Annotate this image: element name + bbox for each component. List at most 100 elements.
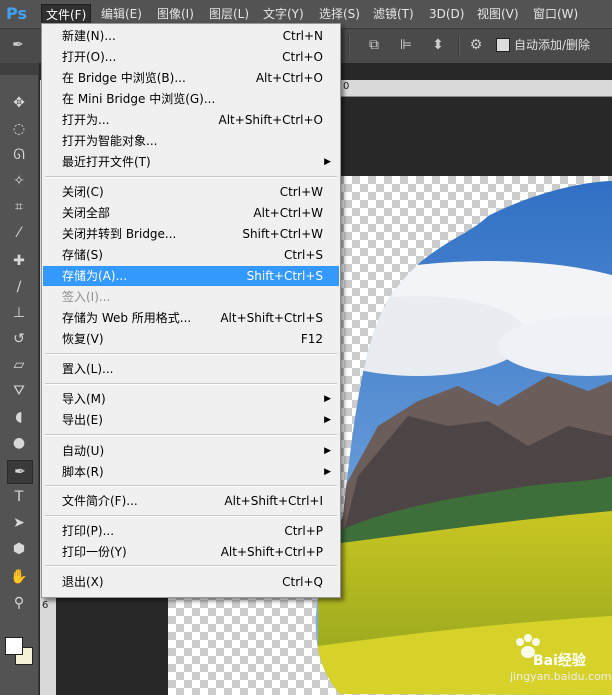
menu-item-export[interactable]: 导出(E) ▶ xyxy=(43,410,339,430)
auto-add-delete-checkbox[interactable] xyxy=(496,38,510,52)
menu-item-shortcut: Shift+Ctrl+S xyxy=(246,269,323,283)
gear-icon[interactable]: ⚙ xyxy=(466,36,486,54)
horizontal-ruler[interactable] xyxy=(340,80,612,97)
menu-item-check-in: 签入(I)... xyxy=(43,287,339,307)
menu-item-browse-bridge[interactable]: 在 Bridge 中浏览(B)... Alt+Ctrl+O xyxy=(43,68,339,88)
path-arrangement-icon[interactable]: ⬍ xyxy=(428,36,448,54)
menu-item-import[interactable]: 导入(M) ▶ xyxy=(43,389,339,409)
watermark-brand-latin: Bai xyxy=(533,653,558,669)
submenu-arrow-icon: ▶ xyxy=(324,467,331,477)
hand-tool-icon[interactable]: ✋ xyxy=(7,566,31,588)
dodge-tool-icon[interactable]: ● xyxy=(7,432,31,454)
menu-layer[interactable]: 图层(L) xyxy=(205,4,253,24)
menu-separator xyxy=(45,176,337,178)
menu-item-label: 脚本(R) xyxy=(62,465,104,479)
menu-item-place[interactable]: 置入(L)... xyxy=(43,359,339,379)
menu-filter[interactable]: 滤镜(T) xyxy=(369,4,418,24)
menu-item-automate[interactable]: 自动(U) ▶ xyxy=(43,441,339,461)
menu-item-shortcut: Ctrl+P xyxy=(284,524,323,538)
menu-item-shortcut: Alt+Ctrl+W xyxy=(253,206,323,220)
menu-image[interactable]: 图像(I) xyxy=(153,4,198,24)
menu-window[interactable]: 窗口(W) xyxy=(529,4,582,24)
pen-tool-icon[interactable]: ✒ xyxy=(7,460,33,484)
menu-item-label: 关闭全部 xyxy=(62,206,111,220)
menu-item-label: 打印一份(Y) xyxy=(62,545,127,559)
menu-item-label: 打开为... xyxy=(62,113,110,127)
paint-bucket-tool-icon[interactable]: ⛛ xyxy=(7,380,31,402)
menu-item-save-for-web[interactable]: 存储为 Web 所用格式... Alt+Shift+Ctrl+S xyxy=(43,308,339,328)
clone-stamp-tool-icon[interactable]: ⊥ xyxy=(7,302,31,324)
watermark-brand: Bai经验 xyxy=(533,650,586,670)
menu-item-label: 退出(X) xyxy=(62,575,104,589)
move-tool-icon[interactable]: ✥ xyxy=(7,92,31,114)
menu-item-open[interactable]: 打开(O)... Ctrl+O xyxy=(43,47,339,67)
type-tool-icon[interactable]: T xyxy=(7,486,31,508)
path-selection-tool-icon[interactable]: ➤ xyxy=(7,512,31,534)
menu-item-scripts[interactable]: 脚本(R) ▶ xyxy=(43,462,339,482)
menu-item-shortcut: Ctrl+S xyxy=(283,248,323,262)
path-operations-icon[interactable]: ⧉ xyxy=(364,36,384,54)
submenu-arrow-icon: ▶ xyxy=(324,394,331,404)
options-separator xyxy=(348,35,350,57)
file-menu-dropdown: 新建(N)... Ctrl+N 打开(O)... Ctrl+O 在 Bridge 中… xyxy=(41,23,341,598)
menu-item-print[interactable]: 打印(P)... Ctrl+P xyxy=(43,521,339,541)
menu-item-open-as[interactable]: 打开为... Alt+Shift+Ctrl+O xyxy=(43,110,339,130)
menu-separator xyxy=(45,565,337,567)
magic-wand-tool-icon[interactable]: ✧ xyxy=(7,170,31,192)
history-brush-tool-icon[interactable]: ↺ xyxy=(7,328,31,350)
menu-3d[interactable]: 3D(D) xyxy=(425,4,468,24)
marquee-tool-icon[interactable]: ◌ xyxy=(7,118,31,140)
tools-panel-header[interactable] xyxy=(0,63,38,75)
menu-item-label: 新建(N)... xyxy=(62,29,116,43)
menu-item-exit[interactable]: 退出(X) Ctrl+Q xyxy=(43,572,339,592)
menu-item-label: 导入(M) xyxy=(62,392,106,406)
foreground-color-swatch[interactable] xyxy=(5,637,23,655)
zoom-tool-icon[interactable]: ⚲ xyxy=(7,592,31,614)
crop-tool-icon[interactable]: ⌗ xyxy=(7,196,31,218)
menu-item-file-info[interactable]: 文件简介(F)... Alt+Shift+Ctrl+I xyxy=(43,491,339,511)
menu-item-open-as-smart-object[interactable]: 打开为智能对象... xyxy=(43,131,339,151)
watermark-url: jingyan.baidu.com xyxy=(510,670,612,683)
brush-tool-icon[interactable]: ∕ xyxy=(7,276,31,298)
menu-item-new[interactable]: 新建(N)... Ctrl+N xyxy=(43,26,339,46)
path-alignment-icon[interactable]: ⊫ xyxy=(396,36,416,54)
menu-item-save-as[interactable]: 存储为(A)... Shift+Ctrl+S xyxy=(43,266,339,286)
menu-type[interactable]: 文字(Y) xyxy=(259,4,308,24)
lasso-tool-icon[interactable]: ᘏ xyxy=(7,144,31,166)
blur-tool-icon[interactable]: ◖ xyxy=(7,406,31,428)
menu-item-label: 置入(L)... xyxy=(62,362,114,376)
menu-item-browse-mini-bridge[interactable]: 在 Mini Bridge 中浏览(G)... xyxy=(43,89,339,109)
healing-brush-tool-icon[interactable]: ✚ xyxy=(7,250,31,272)
menu-view[interactable]: 视图(V) xyxy=(473,4,523,24)
menu-item-label: 在 Bridge 中浏览(B)... xyxy=(62,71,186,85)
menu-item-close-go-bridge[interactable]: 关闭并转到 Bridge... Shift+Ctrl+W xyxy=(43,224,339,244)
menu-item-print-one-copy[interactable]: 打印一份(Y) Alt+Shift+Ctrl+P xyxy=(43,542,339,562)
options-separator xyxy=(458,35,460,57)
pen-tool-preset-icon[interactable]: ✒ xyxy=(8,36,28,54)
submenu-arrow-icon: ▶ xyxy=(324,157,331,167)
menu-item-save[interactable]: 存储(S) Ctrl+S xyxy=(43,245,339,265)
menu-select[interactable]: 选择(S) xyxy=(315,4,364,24)
menu-item-shortcut: Shift+Ctrl+W xyxy=(242,227,323,241)
menu-item-shortcut: Ctrl+N xyxy=(282,29,323,43)
menu-item-close-all[interactable]: 关闭全部 Alt+Ctrl+W xyxy=(43,203,339,223)
menu-item-shortcut: Alt+Ctrl+O xyxy=(255,71,323,85)
menu-item-shortcut: Ctrl+W xyxy=(279,185,323,199)
menu-item-label: 导出(E) xyxy=(62,413,103,427)
menu-item-label: 文件简介(F)... xyxy=(62,494,138,508)
menu-item-label: 关闭并转到 Bridge... xyxy=(62,227,177,241)
eyedropper-tool-icon[interactable]: ⁄ xyxy=(7,222,31,244)
menu-item-recent-files[interactable]: 最近打开文件(T) ▶ xyxy=(43,152,339,172)
menu-item-label: 打印(P)... xyxy=(62,524,115,538)
menu-separator xyxy=(45,353,337,355)
menu-item-shortcut: Alt+Shift+Ctrl+O xyxy=(218,113,323,127)
watermark-brand-cn: 经验 xyxy=(557,653,586,669)
eraser-tool-icon[interactable]: ▱ xyxy=(7,354,31,376)
menu-file[interactable]: 文件(F) xyxy=(41,4,92,25)
menu-item-revert[interactable]: 恢复(V) F12 xyxy=(43,329,339,349)
menu-edit[interactable]: 编辑(E) xyxy=(97,4,146,24)
menu-item-close[interactable]: 关闭(C) Ctrl+W xyxy=(43,182,339,202)
shape-tool-icon[interactable]: ⬢ xyxy=(7,538,31,560)
ruler-tick-label: 0 xyxy=(343,81,350,92)
menu-item-label: 存储为(A)... xyxy=(62,269,128,283)
